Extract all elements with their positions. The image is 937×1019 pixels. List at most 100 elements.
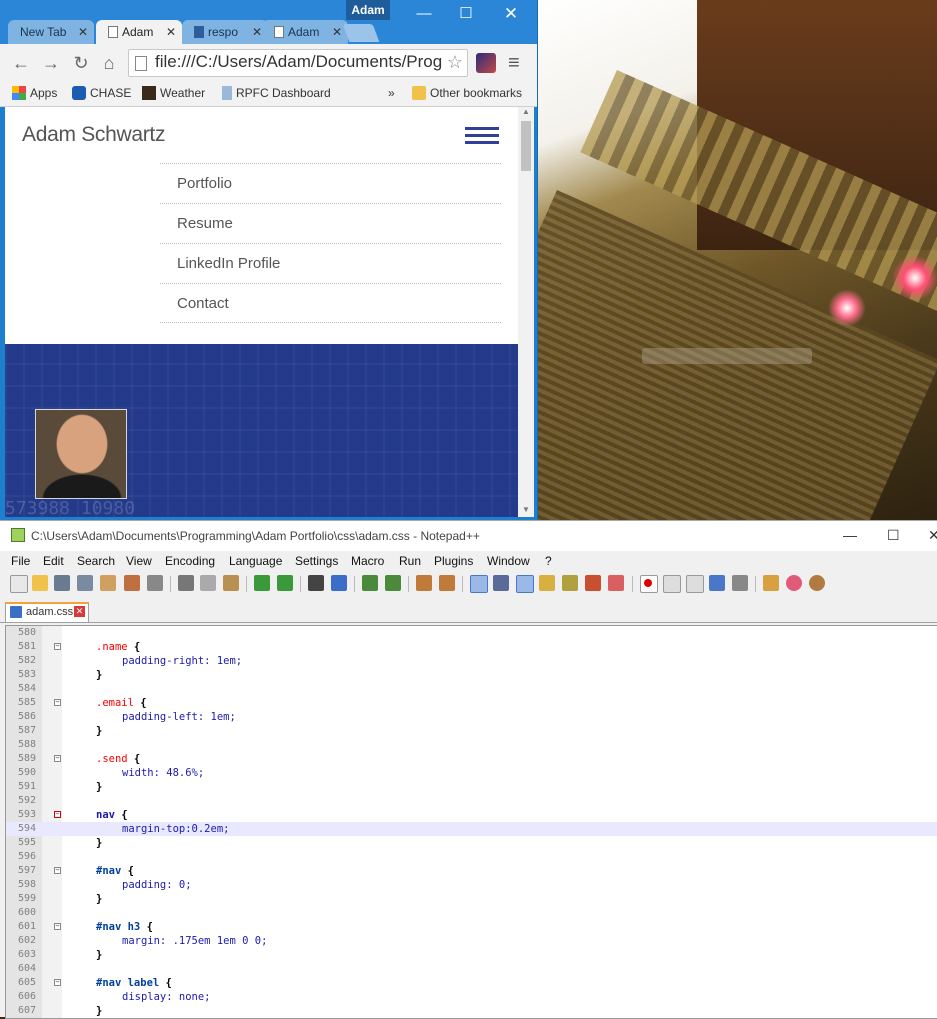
fold-toggle-icon[interactable]: − bbox=[54, 643, 61, 650]
menu-search[interactable]: Search bbox=[77, 554, 115, 568]
code-line[interactable]: 588 bbox=[6, 738, 937, 752]
bookmark-star-icon[interactable]: ☆ bbox=[447, 52, 463, 73]
menu-edit[interactable]: Edit bbox=[43, 554, 64, 568]
code-line[interactable]: 595} bbox=[6, 836, 937, 850]
fold-toggle-icon[interactable]: − bbox=[54, 755, 61, 762]
page-scrollbar[interactable]: ▲ ▼ bbox=[518, 107, 534, 517]
monitoring-icon[interactable] bbox=[608, 575, 624, 591]
save-macro-icon[interactable] bbox=[732, 575, 748, 591]
code-line[interactable]: 580 bbox=[6, 626, 937, 640]
minimize-icon[interactable]: — bbox=[843, 527, 857, 543]
code-line[interactable]: 590 width: 48.6%; bbox=[6, 766, 937, 780]
menu-run[interactable]: Run bbox=[399, 554, 421, 568]
tab-close-icon[interactable]: ✕ bbox=[332, 20, 342, 44]
hamburger-menu-icon[interactable] bbox=[465, 127, 499, 145]
tab-new-tab[interactable]: New Tab ✕ bbox=[8, 20, 94, 44]
fold-toggle-icon[interactable]: − bbox=[54, 979, 61, 986]
code-line[interactable]: 598 padding: 0; bbox=[6, 878, 937, 892]
indent-guide-icon[interactable] bbox=[516, 575, 534, 593]
maximize-icon[interactable]: ☐ bbox=[452, 4, 480, 24]
menu-encoding[interactable]: Encoding bbox=[165, 554, 215, 568]
menu-language[interactable]: Language bbox=[229, 554, 282, 568]
code-line[interactable]: 582 padding-right: 1em; bbox=[6, 654, 937, 668]
nav-link-resume[interactable]: Resume bbox=[160, 203, 501, 243]
zoom-out-icon[interactable] bbox=[385, 575, 401, 591]
address-bar[interactable]: file:///C:/Users/Adam/Documents/Progra ☆ bbox=[128, 49, 468, 77]
bookmarks-overflow-button[interactable]: » bbox=[388, 86, 395, 100]
scroll-up-icon[interactable]: ▲ bbox=[518, 107, 534, 119]
code-line[interactable]: 591} bbox=[6, 780, 937, 794]
code-editor[interactable]: 580 581− .name {582 padding-right: 1em; 583}… bbox=[5, 625, 937, 1019]
nav-link-contact[interactable]: Contact bbox=[160, 283, 501, 323]
code-line[interactable]: 596 bbox=[6, 850, 937, 864]
close-file-icon[interactable] bbox=[100, 575, 116, 591]
open-file-icon[interactable] bbox=[32, 575, 48, 591]
code-line[interactable]: 584 bbox=[6, 682, 937, 696]
sync-vertical-icon[interactable] bbox=[416, 575, 432, 591]
fold-toggle-icon[interactable]: − bbox=[54, 699, 61, 706]
run-macro-multiple-icon[interactable] bbox=[709, 575, 725, 591]
plugin-icon[interactable] bbox=[809, 575, 825, 591]
code-line[interactable]: 600 bbox=[6, 906, 937, 920]
menu-plugins[interactable]: Plugins bbox=[434, 554, 473, 568]
menu-settings[interactable]: Settings bbox=[295, 554, 338, 568]
tab-adam[interactable]: Adam ✕ bbox=[262, 20, 348, 44]
code-line[interactable]: 593 − nav { bbox=[6, 808, 937, 822]
scroll-thumb[interactable] bbox=[521, 121, 531, 171]
maximize-icon[interactable]: ☐ bbox=[887, 527, 900, 544]
bookmark-chase[interactable]: CHASE bbox=[72, 86, 131, 100]
doc-map-icon[interactable] bbox=[539, 575, 555, 591]
record-macro-icon[interactable] bbox=[640, 575, 658, 593]
forward-icon[interactable]: → bbox=[40, 52, 62, 74]
tab-close-icon[interactable]: ✕ bbox=[78, 20, 88, 44]
spell-check-icon[interactable] bbox=[763, 575, 779, 591]
back-icon[interactable]: ← bbox=[10, 52, 32, 74]
tab-close-icon[interactable]: ✕ bbox=[166, 20, 176, 44]
code-line[interactable]: 594 margin-top:0.2em; bbox=[6, 822, 937, 836]
code-line[interactable]: 606 display: none; bbox=[6, 990, 937, 1004]
code-line[interactable]: 592 bbox=[6, 794, 937, 808]
tab-close-icon[interactable]: ✕ bbox=[252, 20, 262, 44]
sync-horizontal-icon[interactable] bbox=[439, 575, 455, 591]
menu-file[interactable]: File bbox=[11, 554, 30, 568]
code-line[interactable]: 605 − #nav label { bbox=[6, 976, 937, 990]
redo-icon[interactable] bbox=[277, 575, 293, 591]
code-line[interactable]: 599} bbox=[6, 892, 937, 906]
file-tab-adam-css[interactable]: adam.css ✕ bbox=[5, 602, 89, 622]
code-line[interactable]: 597 − #nav { bbox=[6, 864, 937, 878]
undo-icon[interactable] bbox=[254, 575, 270, 591]
code-line[interactable]: 601 − #nav h3 { bbox=[6, 920, 937, 934]
menu-view[interactable]: View bbox=[126, 554, 152, 568]
code-line[interactable]: 602 margin: .175em 1em 0 0; bbox=[6, 934, 937, 948]
bookmark-rpfc-dashboard[interactable]: RPFC Dashboard bbox=[222, 86, 331, 100]
chrome-menu-icon[interactable]: ≡ bbox=[508, 52, 520, 75]
menu-window[interactable]: Window bbox=[487, 554, 530, 568]
heart-icon[interactable] bbox=[786, 575, 802, 591]
tab-respo[interactable]: respo ✕ bbox=[182, 20, 268, 44]
new-file-icon[interactable] bbox=[10, 575, 28, 593]
close-icon[interactable]: ✕ bbox=[497, 4, 525, 24]
code-line[interactable]: 581 − .name { bbox=[6, 640, 937, 654]
nav-link-portfolio[interactable]: Portfolio bbox=[160, 163, 501, 203]
code-line[interactable]: 583} bbox=[6, 668, 937, 682]
copy-icon[interactable] bbox=[200, 575, 216, 591]
menu-macro[interactable]: Macro bbox=[351, 554, 384, 568]
bookmark-weather[interactable]: Weather bbox=[142, 86, 205, 100]
code-line[interactable]: 586 padding-left: 1em; bbox=[6, 710, 937, 724]
code-line[interactable]: 589 − .send { bbox=[6, 752, 937, 766]
paste-icon[interactable] bbox=[223, 575, 239, 591]
replace-icon[interactable] bbox=[331, 575, 347, 591]
profile-button[interactable]: Adam bbox=[346, 0, 390, 20]
notepad-titlebar[interactable]: C:\Users\Adam\Documents\Programming\Adam… bbox=[0, 521, 937, 551]
zoom-in-icon[interactable] bbox=[362, 575, 378, 591]
stop-macro-icon[interactable] bbox=[663, 575, 681, 593]
nav-link-linkedin[interactable]: LinkedIn Profile bbox=[160, 243, 501, 283]
save-icon[interactable] bbox=[54, 575, 70, 591]
code-line[interactable]: 585 − .email { bbox=[6, 696, 937, 710]
play-macro-icon[interactable] bbox=[686, 575, 704, 593]
fold-toggle-icon[interactable]: − bbox=[54, 867, 61, 874]
word-wrap-icon[interactable] bbox=[470, 575, 488, 593]
new-tab-button[interactable] bbox=[342, 24, 380, 42]
site-title[interactable]: Adam Schwartz bbox=[22, 123, 165, 147]
save-all-icon[interactable] bbox=[77, 575, 93, 591]
